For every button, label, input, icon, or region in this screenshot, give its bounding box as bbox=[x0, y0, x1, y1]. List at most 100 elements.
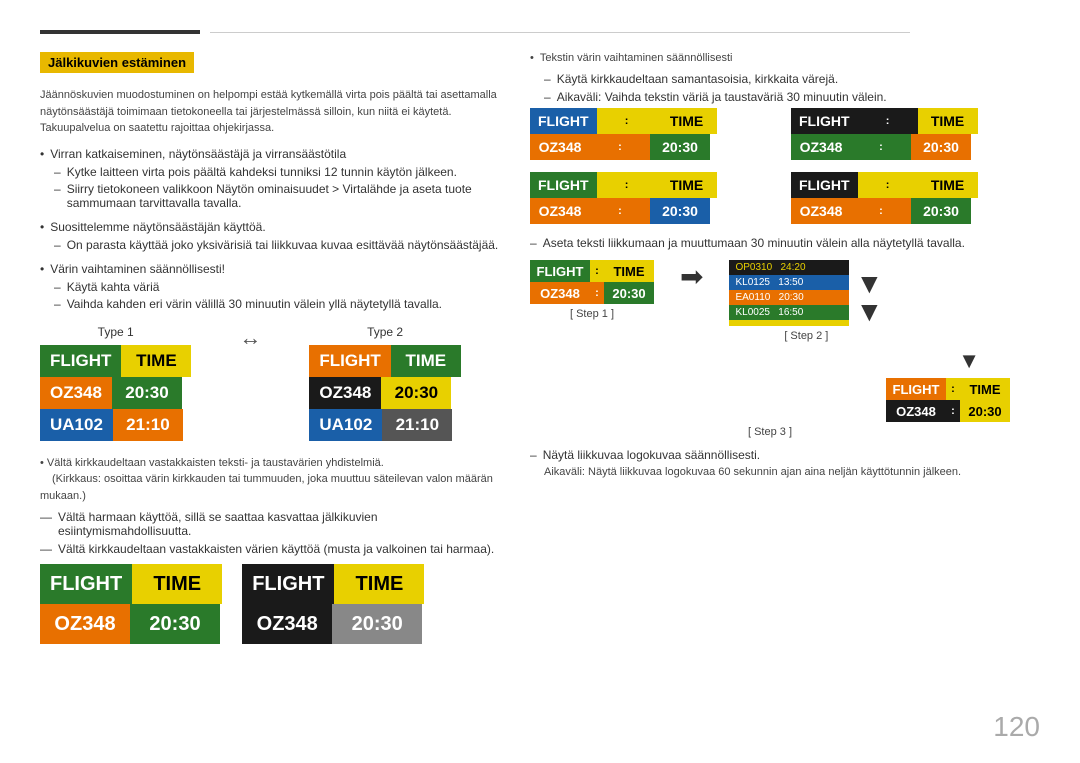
type2-label: Type 2 bbox=[367, 325, 403, 339]
type2-block: Type 2 FLIGHT TIME OZ348 20:30 UA102 21: bbox=[309, 325, 460, 441]
rb4-h-flight: FLIGHT bbox=[791, 172, 858, 198]
step2-down-arrows: ▼ ▼ bbox=[855, 270, 883, 326]
rb2-colon2: : bbox=[851, 134, 911, 160]
bb1-row: OZ348 20:30 bbox=[40, 604, 222, 644]
rb3-colon: : bbox=[597, 172, 657, 198]
note2-dash: — bbox=[40, 510, 52, 538]
step3-label: [ Step 3 ] bbox=[748, 426, 792, 438]
intro-text: Jäännöskuvien muodostuminen on helpompi … bbox=[40, 87, 500, 137]
s1-colon2: : bbox=[590, 282, 604, 304]
right-notes: – Näytä liikkuvaa logokuvaa säännöllises… bbox=[530, 448, 1040, 478]
rb3-colon2: : bbox=[590, 198, 650, 224]
right-dash1: – Käytä kirkkaudeltaan samantasoisia, ki… bbox=[544, 72, 1040, 86]
dash: – bbox=[54, 165, 61, 179]
dash-sym: – bbox=[530, 236, 537, 250]
right-bullet1: • Tekstin värin vaihtaminen säännöllises… bbox=[530, 52, 1040, 64]
bb1-header: FLIGHT TIME bbox=[40, 564, 222, 604]
bb2-r-c1: OZ348 bbox=[242, 604, 332, 644]
dash: – bbox=[54, 238, 61, 252]
rb1-colon: : bbox=[597, 108, 657, 134]
right-board-4: FLIGHT : TIME OZ348 : 20:30 bbox=[791, 172, 1040, 224]
step1-header: FLIGHT : TIME bbox=[530, 260, 654, 282]
page-number: 120 bbox=[993, 711, 1040, 743]
rb1-colon2: : bbox=[590, 134, 650, 160]
dash-sym: – bbox=[544, 72, 551, 86]
dash-item-1-2: – Siirry tietokoneen valikkoon Näytön om… bbox=[40, 182, 500, 210]
s3-r-c2: 20:30 bbox=[960, 400, 1010, 422]
type1-r2-c1: UA102 bbox=[40, 409, 113, 441]
type2-row2: UA102 21:10 bbox=[309, 409, 460, 441]
step1-board: FLIGHT : TIME OZ348 : 20:30 bbox=[530, 260, 654, 304]
note1-paren: (Kirkkaus: osoittaa värin kirkkauden tai… bbox=[40, 473, 493, 502]
type1-h-time: TIME bbox=[121, 345, 191, 377]
step2-content: OP0310 24:20 KL0125 13:50 EA0110 20:30 K… bbox=[729, 260, 883, 326]
bullet-section-1: • Virran katkaiseminen, näytönsäästäjä j… bbox=[40, 147, 500, 210]
right-dash1-block: – Käytä kirkkaudeltaan samantasoisia, ki… bbox=[530, 72, 1040, 104]
type2-h-time: TIME bbox=[391, 345, 461, 377]
type2-board: FLIGHT TIME OZ348 20:30 UA102 21:10 bbox=[309, 345, 460, 441]
step1-row: OZ348 : 20:30 bbox=[530, 282, 654, 304]
note3: — Vältä kirkkaudeltaan vastakkaisten vär… bbox=[40, 542, 500, 556]
right-board-1: FLIGHT : TIME OZ348 : 20:30 bbox=[530, 108, 779, 160]
s3-h-time: TIME bbox=[960, 378, 1010, 400]
type1-label: Type 1 bbox=[98, 325, 134, 339]
type1-r2-c2: 21:10 bbox=[113, 409, 183, 441]
rb1-h-time: TIME bbox=[657, 108, 717, 134]
rb1-r-c2: 20:30 bbox=[650, 134, 710, 160]
right-dash3: – Aseta teksti liikkumaan ja muuttumaan … bbox=[530, 236, 1040, 250]
right-bullet-dot: • bbox=[530, 52, 534, 64]
type1-header-row: FLIGHT TIME bbox=[40, 345, 191, 377]
rb4-row: OZ348 : 20:30 bbox=[791, 198, 1040, 224]
dash-item-3-2: – Vaihda kahden eri värin välillä 30 min… bbox=[40, 297, 500, 311]
bb1-h-flight: FLIGHT bbox=[40, 564, 132, 604]
rb4-colon2: : bbox=[851, 198, 911, 224]
bb1-r-c2: 20:30 bbox=[130, 604, 220, 644]
rb4-colon: : bbox=[858, 172, 918, 198]
rb4-r-c1: OZ348 bbox=[791, 198, 851, 224]
dash-text-3-2: Vaihda kahden eri värin välillä 30 minuu… bbox=[67, 297, 442, 311]
bullet-item-2: • Suosittelemme näytönsäästäjän käyttöä. bbox=[40, 220, 500, 234]
left-column: Jälkikuvien estäminen Jäännöskuvien muod… bbox=[40, 52, 500, 743]
dash: – bbox=[54, 297, 61, 311]
dash-text-3-1: Käytä kahta väriä bbox=[67, 280, 160, 294]
type1-block: Type 1 FLIGHT TIME OZ348 20:30 UA102 21: bbox=[40, 325, 191, 441]
type1-row2: UA102 21:10 bbox=[40, 409, 191, 441]
rb3-h-time: TIME bbox=[657, 172, 717, 198]
note1: • Vältä kirkkaudeltaan vastakkaisten tek… bbox=[40, 455, 500, 505]
rb1-r-c1: OZ348 bbox=[530, 134, 590, 160]
types-row: Type 1 FLIGHT TIME OZ348 20:30 UA102 21: bbox=[40, 325, 500, 441]
section-title: Jälkikuvien estäminen bbox=[40, 52, 194, 73]
type2-row1: OZ348 20:30 bbox=[309, 377, 460, 409]
bottom-board1: FLIGHT TIME OZ348 20:30 bbox=[40, 564, 222, 644]
dash-text-1-2: Siirry tietokoneen valikkoon Näytön omin… bbox=[67, 182, 500, 210]
s2-row2: KL0125 13:50 bbox=[729, 275, 849, 290]
bb1-h-time: TIME bbox=[132, 564, 222, 604]
note2-text: Vältä harmaan käyttöä, sillä se saattaa … bbox=[58, 510, 500, 538]
main-content: Jälkikuvien estäminen Jäännöskuvien muod… bbox=[40, 52, 1040, 743]
right-note2-text: Aikaväli: Näytä liikkuvaa logokuvaa 60 s… bbox=[544, 466, 961, 478]
bb2-r-c2: 20:30 bbox=[332, 604, 422, 644]
s3-colon: : bbox=[946, 378, 960, 400]
steps-row: FLIGHT : TIME OZ348 : 20:30 [ Step 1 ] ➡ bbox=[530, 260, 1040, 342]
type2-h-flight: FLIGHT bbox=[309, 345, 390, 377]
bb2-row: OZ348 20:30 bbox=[242, 604, 424, 644]
rb1-header: FLIGHT : TIME bbox=[530, 108, 779, 134]
s2-row3: EA0110 20:30 bbox=[729, 290, 849, 305]
bullet-section-2: • Suosittelemme näytönsäästäjän käyttöä.… bbox=[40, 220, 500, 252]
top-rules bbox=[40, 30, 1040, 34]
bullet-text-2: Suosittelemme näytönsäästäjän käyttöä. bbox=[50, 220, 265, 234]
rb4-h-time: TIME bbox=[918, 172, 978, 198]
s3-colon2: : bbox=[946, 400, 960, 422]
step3-header: FLIGHT : TIME bbox=[886, 378, 1010, 400]
dash-sym: – bbox=[530, 448, 537, 462]
bullet-text-3: Värin vaihtaminen säännöllisesti! bbox=[50, 262, 225, 276]
step3-row: OZ348 : 20:30 bbox=[886, 400, 1010, 422]
right-board-2: FLIGHT : TIME OZ348 : 20:30 bbox=[791, 108, 1040, 160]
s1-h-time: TIME bbox=[604, 260, 654, 282]
dash-item-2-1: – On parasta käyttää joko yksivärisiä ta… bbox=[40, 238, 500, 252]
note3-dash: — bbox=[40, 542, 52, 556]
right-dash2: – Aikaväli: Vaihda tekstin väriä ja taus… bbox=[544, 90, 1040, 104]
rb1-h-flight: FLIGHT bbox=[530, 108, 597, 134]
step2-block: OP0310 24:20 KL0125 13:50 EA0110 20:30 K… bbox=[729, 260, 883, 342]
right-note1-text: Näytä liikkuvaa logokuvaa säännöllisesti… bbox=[543, 448, 760, 462]
